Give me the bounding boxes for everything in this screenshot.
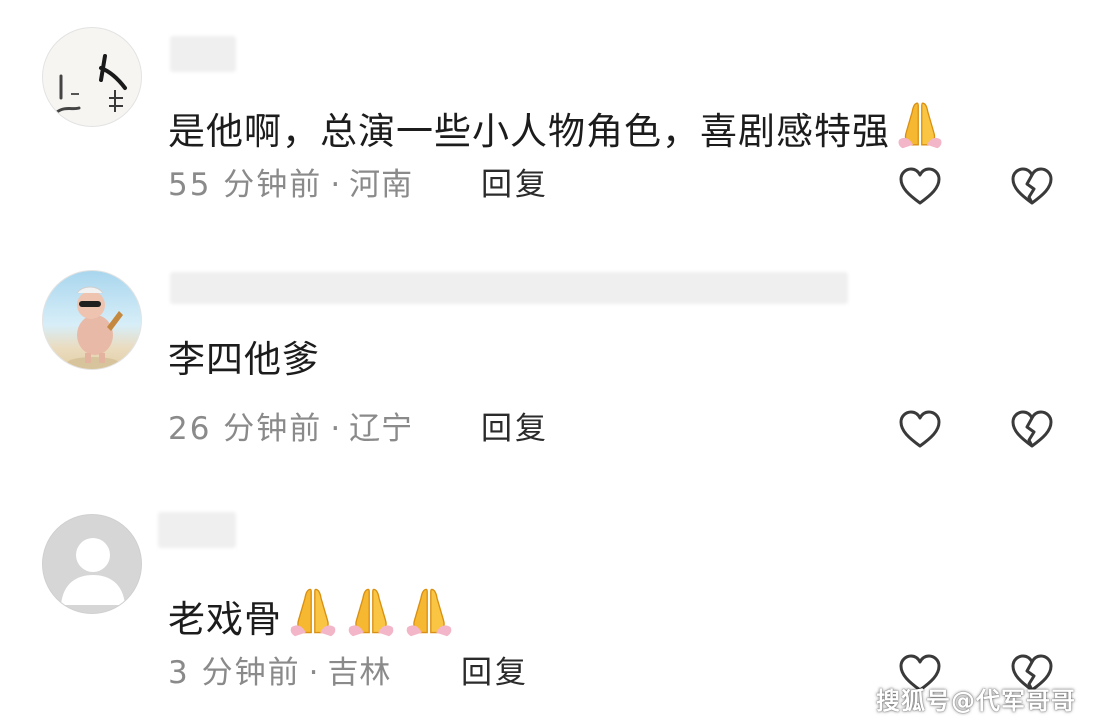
comment-item: 老戏骨 3 分钟前 · 吉林 回复 — [0, 0, 1098, 240]
comment-location: 辽宁 — [349, 411, 414, 447]
broken-heart-icon[interactable] — [1009, 408, 1055, 450]
watermark: 搜狐号@代军哥哥 — [876, 687, 1076, 715]
folded-hands-emoji — [286, 584, 340, 647]
comment-meta: 3 分钟前 · 吉林 — [168, 656, 391, 690]
reply-button[interactable]: 回复 — [481, 412, 549, 446]
comment-time: 3 分钟前 — [168, 655, 301, 691]
reply-button[interactable]: 回复 — [461, 656, 529, 690]
heart-outline-icon[interactable] — [897, 408, 943, 450]
username-blurred — [170, 272, 848, 304]
meta-separator: · — [308, 655, 320, 691]
folded-hands-emoji — [344, 584, 398, 647]
username-blurred — [158, 512, 236, 548]
meta-separator: · — [330, 411, 342, 447]
cartoon-character-avatar[interactable] — [42, 270, 142, 370]
comment-location: 吉林 — [327, 655, 392, 691]
comment-text: 老戏骨 — [168, 584, 456, 647]
default-user-avatar[interactable] — [42, 514, 142, 614]
comment-time: 26 分钟前 — [168, 411, 323, 447]
comment-meta: 26 分钟前 · 辽宁 — [168, 412, 413, 446]
comment-text: 李四他爹 — [168, 338, 320, 381]
folded-hands-emoji — [402, 584, 456, 647]
